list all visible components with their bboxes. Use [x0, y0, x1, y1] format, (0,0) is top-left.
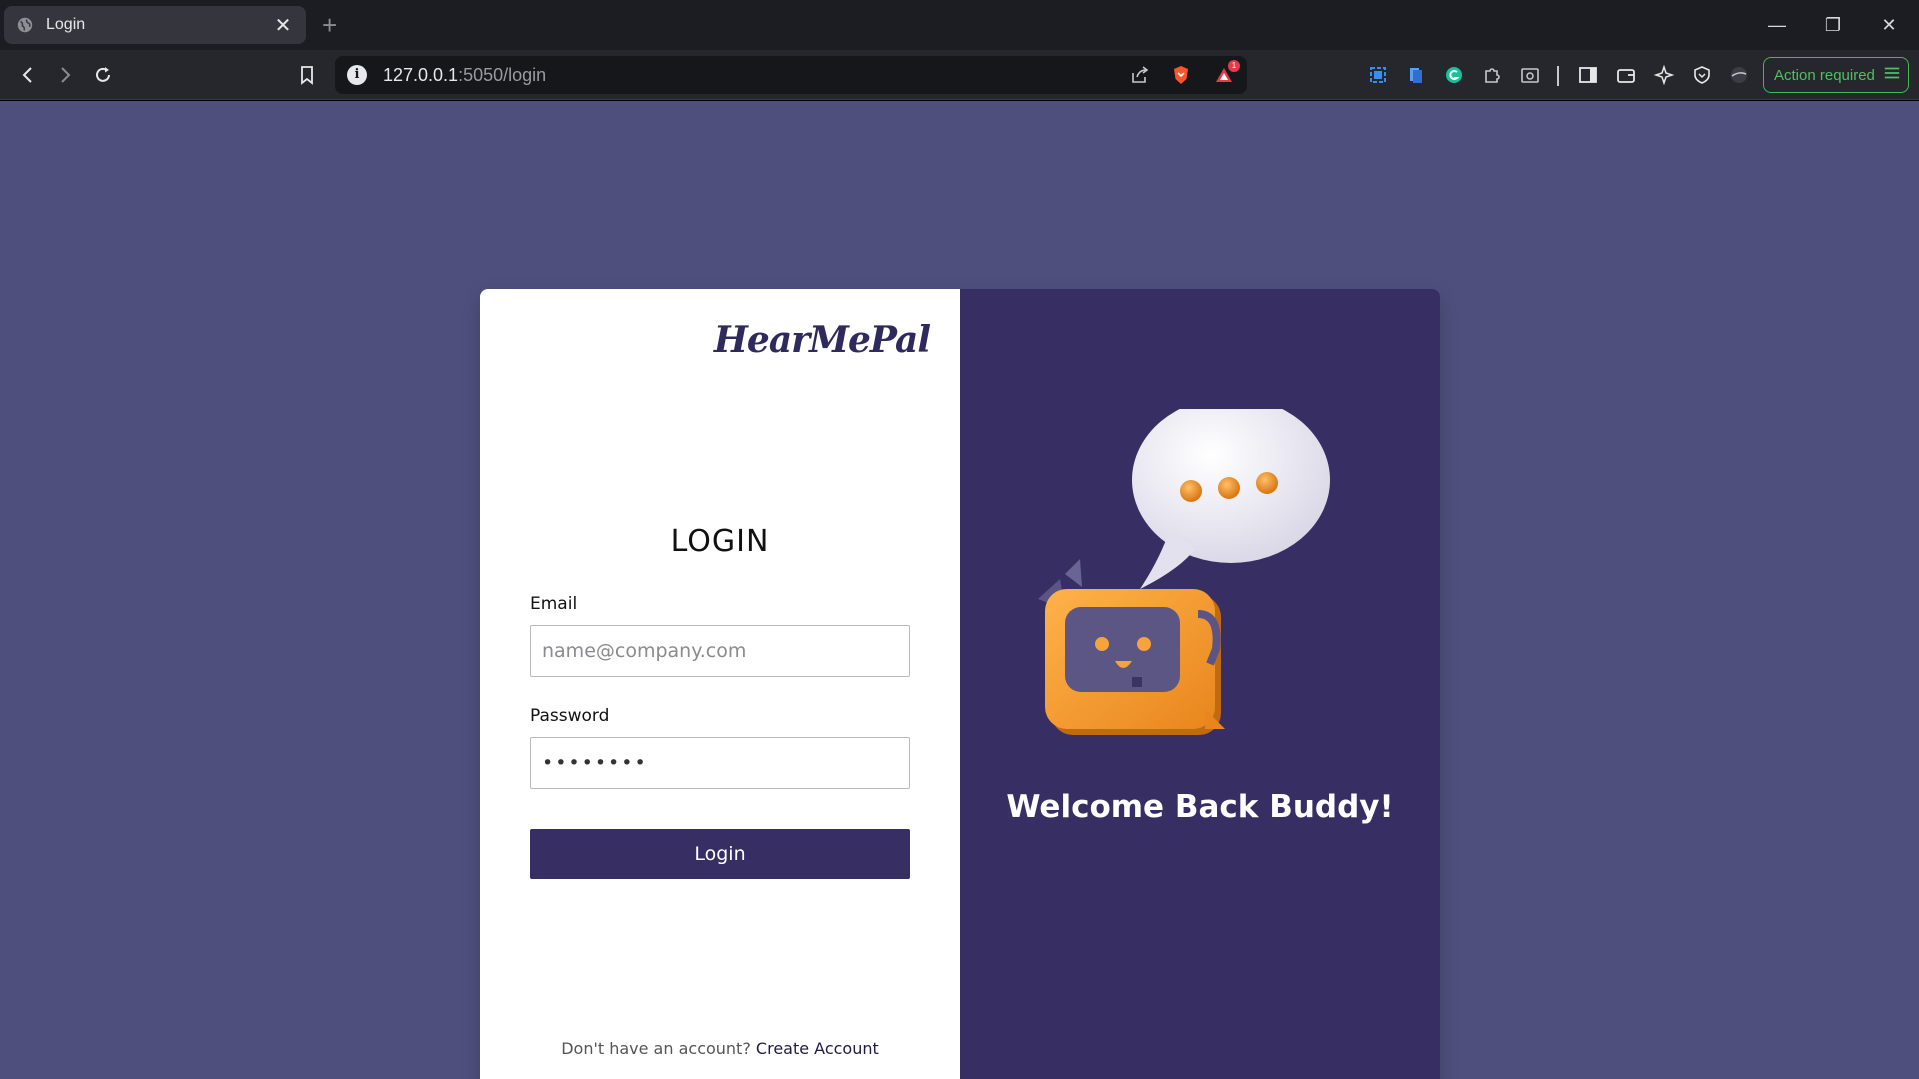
sidebar-icon[interactable] [1573, 60, 1603, 90]
reload-icon[interactable] [88, 60, 118, 90]
welcome-panel: Welcome Back Buddy! [960, 289, 1440, 1079]
menu-icon [1883, 64, 1901, 86]
welcome-heading: Welcome Back Buddy! [1006, 789, 1394, 825]
login-form-panel: HearMePal LOGIN Email Password Login Don… [480, 289, 960, 1079]
email-label: Email [530, 594, 578, 614]
bookmark-icon[interactable] [292, 60, 322, 90]
tab-bar: Login ✕ + — ❐ ✕ [0, 0, 1919, 50]
login-card: HearMePal LOGIN Email Password Login Don… [480, 289, 1440, 1079]
minimize-button[interactable]: — [1749, 0, 1805, 50]
wallet-icon[interactable] [1611, 60, 1641, 90]
signup-row: Don't have an account? Create Account [480, 1039, 960, 1058]
restore-button[interactable]: ❐ [1805, 0, 1861, 50]
new-tab-button[interactable]: + [322, 10, 337, 40]
forward-icon[interactable] [50, 60, 80, 90]
document-extension-icon[interactable] [1401, 60, 1431, 90]
action-required-label: Action required [1774, 66, 1875, 84]
tab-title: Login [46, 16, 86, 33]
reader-search-icon[interactable] [1515, 60, 1545, 90]
vpn-icon[interactable] [1687, 60, 1717, 90]
toolbar-divider [1557, 66, 1559, 86]
globe-icon [16, 16, 34, 34]
url-text[interactable]: 127.0.0.1:5050/login [383, 65, 546, 86]
robot-chat-illustration [1038, 409, 1330, 735]
page-background: HearMePal LOGIN Email Password Login Don… [0, 101, 1919, 1079]
signup-prompt: Don't have an account? [561, 1039, 751, 1058]
notification-badge: 1 [1228, 60, 1240, 72]
action-required-button[interactable]: Action required [1763, 57, 1909, 93]
password-field[interactable] [530, 737, 910, 789]
profile-avatar[interactable] [1724, 60, 1754, 90]
password-label: Password [530, 706, 610, 726]
brand-logo: HearMePal [713, 319, 931, 361]
login-button[interactable]: Login [530, 829, 910, 879]
close-window-button[interactable]: ✕ [1861, 0, 1917, 50]
robot-icon [1038, 559, 1225, 735]
browser-tab[interactable]: Login ✕ [4, 6, 306, 44]
email-field[interactable] [530, 625, 910, 677]
leo-ai-icon[interactable] [1649, 60, 1679, 90]
url-host: 127.0.0.1 [383, 65, 459, 85]
back-icon[interactable] [13, 60, 43, 90]
grammarly-icon[interactable] [1439, 60, 1469, 90]
brave-shield-icon[interactable] [1166, 60, 1196, 90]
share-icon[interactable] [1125, 60, 1155, 90]
create-account-link[interactable]: Create Account [756, 1039, 879, 1058]
login-heading: LOGIN [670, 524, 770, 559]
screenshot-extension-icon[interactable] [1363, 60, 1393, 90]
tab-close-icon[interactable]: ✕ [272, 13, 294, 38]
url-path: :5050/login [458, 65, 547, 85]
address-bar[interactable]: i 127.0.0.1:5050/login 1 [335, 56, 1247, 94]
extensions-puzzle-icon[interactable] [1477, 60, 1507, 90]
speech-bubble-icon [1132, 409, 1330, 589]
info-icon[interactable]: i [347, 65, 367, 85]
